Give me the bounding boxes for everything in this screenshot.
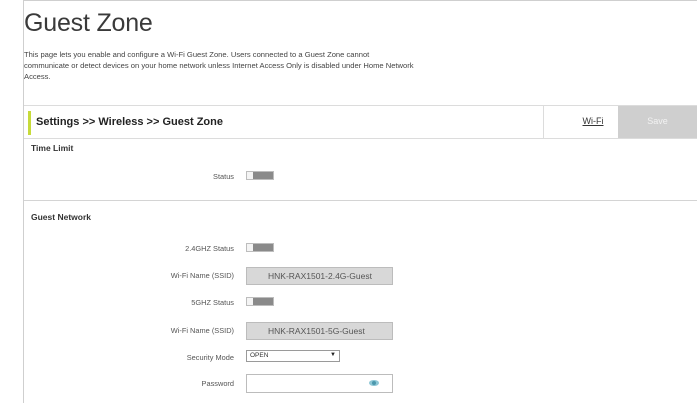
chevron-down-icon: ▼: [330, 352, 336, 358]
section-divider: [24, 200, 697, 201]
show-password-icon[interactable]: [369, 380, 379, 386]
time-limit-status-label: Status: [213, 172, 234, 181]
ssid24-label: Wi-Fi Name (SSID): [170, 271, 234, 280]
ssid5-label: Wi-Fi Name (SSID): [170, 326, 234, 335]
save-button[interactable]: Save: [618, 106, 697, 138]
ssid24-input[interactable]: HNK-RAX1501-2.4G-Guest: [246, 267, 393, 285]
accent-marker: [28, 111, 31, 135]
toggle-knob: [253, 172, 273, 179]
security-mode-select[interactable]: OPEN ▼: [246, 350, 340, 362]
breadcrumb: Settings >> Wireless >> Guest Zone: [36, 116, 223, 128]
password-input[interactable]: [246, 374, 393, 393]
time-limit-section-title: Time Limit: [31, 143, 74, 153]
page-description: This page lets you enable and configure …: [24, 50, 414, 81]
password-label: Password: [201, 379, 234, 388]
toggle-knob: [253, 298, 273, 305]
page-title: Guest Zone: [24, 9, 153, 37]
security-mode-label: Security Mode: [186, 353, 234, 362]
toggle-knob: [253, 244, 273, 251]
ghz24-status-toggle[interactable]: [246, 243, 274, 252]
guest-network-section-title: Guest Network: [31, 212, 91, 222]
ghz5-status-toggle[interactable]: [246, 297, 274, 306]
ssid5-input[interactable]: HNK-RAX1501-5G-Guest: [246, 322, 393, 340]
ghz24-status-label: 2.4GHZ Status: [185, 244, 234, 253]
time-limit-status-toggle[interactable]: [246, 171, 274, 180]
ghz5-status-label: 5GHZ Status: [191, 298, 234, 307]
settings-header-bar: Settings >> Wireless >> Guest Zone Wi-Fi…: [24, 105, 697, 139]
security-mode-value: OPEN: [250, 352, 269, 359]
